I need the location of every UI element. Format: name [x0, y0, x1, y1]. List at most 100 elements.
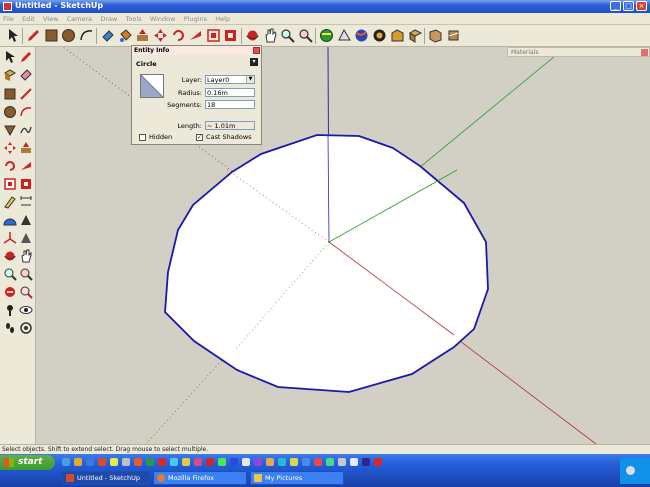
material-swatch[interactable]	[140, 74, 164, 98]
zoom-window-icon[interactable]	[19, 267, 33, 281]
circle-face[interactable]	[164, 134, 489, 393]
close-button[interactable]: ×	[636, 1, 647, 11]
pencil-tool-icon[interactable]	[26, 28, 41, 43]
quicklaunch-icon-10[interactable]	[170, 458, 178, 466]
pan-tool-icon[interactable]	[19, 249, 33, 263]
arc-tool-icon[interactable]	[79, 28, 94, 43]
offset-tool-icon[interactable]	[19, 177, 33, 191]
text-tool-icon[interactable]	[19, 213, 33, 227]
quicklaunch-icon-26[interactable]	[362, 458, 370, 466]
rotate-tool-icon[interactable]	[3, 159, 17, 173]
3d-text-icon[interactable]	[19, 231, 33, 245]
quicklaunch-icon-16[interactable]	[242, 458, 250, 466]
section-plane-icon[interactable]	[19, 321, 33, 335]
walk-tool-icon[interactable]	[3, 321, 17, 335]
materials-close-button[interactable]	[641, 49, 648, 56]
move-tool-icon[interactable]	[3, 141, 17, 155]
quicklaunch-icon-7[interactable]	[134, 458, 142, 466]
layer-select[interactable]: Layer0 ▼	[205, 75, 255, 84]
entity-info-expand-button[interactable]: ▾	[250, 58, 258, 66]
quicklaunch-icon-14[interactable]	[218, 458, 226, 466]
freehand-tool-icon[interactable]	[19, 123, 33, 137]
quicklaunch-icon-4[interactable]	[98, 458, 106, 466]
sketchup-app-icon[interactable]	[3, 2, 12, 11]
quicklaunch-icon-11[interactable]	[182, 458, 190, 466]
get-models-icon[interactable]	[319, 28, 334, 43]
zoom-tool-icon[interactable]	[280, 28, 295, 43]
tape-measure-icon[interactable]	[3, 195, 17, 209]
maximize-button[interactable]: □	[623, 1, 634, 11]
push-pull-icon[interactable]	[19, 141, 33, 155]
quicklaunch-icon-21[interactable]	[302, 458, 310, 466]
look-around-icon[interactable]	[19, 303, 33, 317]
follow-me-icon[interactable]	[188, 28, 203, 43]
fog-icon[interactable]	[446, 28, 461, 43]
quicklaunch-icon-25[interactable]	[350, 458, 358, 466]
select-tool-icon[interactable]	[5, 28, 20, 43]
cast-shadows-checkbox[interactable]: ✓	[196, 134, 203, 141]
menu-view[interactable]: View	[40, 13, 61, 25]
building-maker-icon[interactable]	[390, 28, 405, 43]
quicklaunch-icon-27[interactable]	[374, 458, 382, 466]
pan-tool-icon[interactable]	[263, 28, 278, 43]
task-firefox[interactable]: Mozilla Firefox	[153, 471, 247, 485]
quicklaunch-icon-1[interactable]	[62, 458, 70, 466]
menu-window[interactable]: Window	[147, 13, 179, 25]
select-tool-icon[interactable]	[3, 50, 17, 64]
axes-tool-icon[interactable]	[3, 231, 17, 245]
quicklaunch-icon-6[interactable]	[122, 458, 130, 466]
orbit-tool-icon[interactable]	[245, 28, 260, 43]
menu-edit[interactable]: Edit	[19, 13, 38, 25]
quicklaunch-icon-22[interactable]	[314, 458, 322, 466]
rotate-tool-icon[interactable]	[171, 28, 186, 43]
photo-textures-icon[interactable]	[372, 28, 387, 43]
menu-plugins[interactable]: Plugins	[181, 13, 210, 25]
menu-help[interactable]: Help	[212, 13, 233, 25]
quicklaunch-icon-18[interactable]	[266, 458, 274, 466]
eraser-tool-icon[interactable]	[100, 28, 115, 43]
zoom-extents-icon[interactable]	[298, 28, 313, 43]
quicklaunch-icon-24[interactable]	[338, 458, 346, 466]
follow-me-icon[interactable]	[19, 159, 33, 173]
zoom-extents-icon[interactable]	[19, 285, 33, 299]
quicklaunch-icon-8[interactable]	[146, 458, 154, 466]
quicklaunch-icon-23[interactable]	[326, 458, 334, 466]
pencil-tool-icon[interactable]	[19, 50, 33, 64]
circle-tool-icon[interactable]	[3, 105, 17, 119]
tray-icon[interactable]	[626, 466, 635, 475]
menu-tools[interactable]: Tools	[123, 13, 145, 25]
circle-tool-icon[interactable]	[61, 28, 76, 43]
quicklaunch-icon-17[interactable]	[254, 458, 262, 466]
quicklaunch-icon-3[interactable]	[86, 458, 94, 466]
orbit-tool-icon[interactable]	[3, 249, 17, 263]
arc-tool-icon[interactable]	[19, 105, 33, 119]
menu-file[interactable]: File	[0, 13, 17, 25]
rectangle-tool-icon[interactable]	[3, 87, 17, 101]
polygon-tool-icon[interactable]	[3, 123, 17, 137]
segments-input[interactable]: 18	[205, 100, 255, 109]
start-button[interactable]: start	[0, 455, 55, 470]
rectangle-tool-icon[interactable]	[44, 28, 59, 43]
quicklaunch-icon-5[interactable]	[110, 458, 118, 466]
quicklaunch-icon-9[interactable]	[158, 458, 166, 466]
minimize-button[interactable]: _	[610, 1, 621, 11]
modeling-viewport[interactable]	[36, 47, 650, 444]
offset-tool-icon[interactable]	[223, 28, 238, 43]
move-tool-icon[interactable]	[153, 28, 168, 43]
task-sketchup[interactable]: Untitled - SketchUp	[62, 471, 150, 485]
zoom-tool-icon[interactable]	[3, 267, 17, 281]
radius-input[interactable]: 0.16m	[205, 88, 255, 97]
quicklaunch-icon-19[interactable]	[278, 458, 286, 466]
scale-tool-icon[interactable]	[206, 28, 221, 43]
paint-bucket-icon[interactable]	[118, 28, 133, 43]
quicklaunch-icon-20[interactable]	[290, 458, 298, 466]
share-model-icon[interactable]	[337, 28, 352, 43]
push-pull-icon[interactable]	[135, 28, 150, 43]
line-tool-icon[interactable]	[19, 87, 33, 101]
entity-info-panel[interactable]: Entity Info Circle ▾ Layer: Layer0 ▼ Rad…	[131, 45, 262, 145]
task-my-pictures[interactable]: My Pictures	[250, 471, 344, 485]
quicklaunch-icon-2[interactable]	[74, 458, 82, 466]
dimension-tool-icon[interactable]	[19, 195, 33, 209]
eraser-tool-icon[interactable]	[19, 68, 33, 82]
materials-panel[interactable]: Materials	[507, 47, 650, 57]
